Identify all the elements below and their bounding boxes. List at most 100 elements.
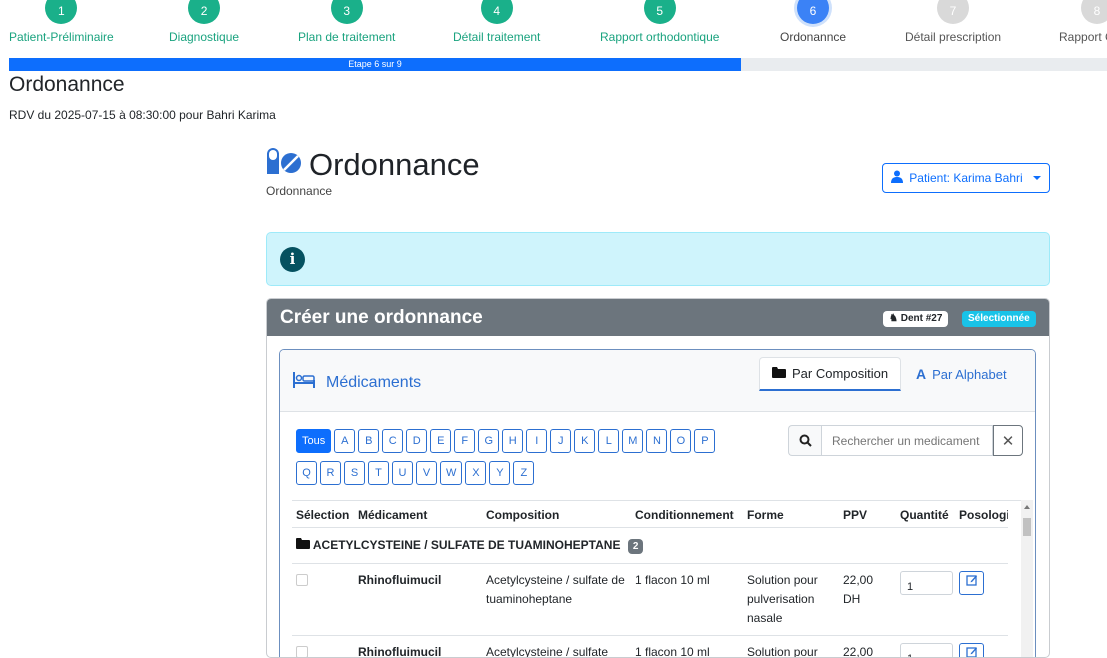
scroll-up-arrow-icon[interactable] — [1024, 505, 1030, 509]
step-label: Rapport orthodontique — [600, 30, 719, 44]
progress-fill: Etape 6 sur 9 — [9, 58, 741, 71]
search-input[interactable] — [821, 425, 993, 456]
letter-filter-w[interactable]: W — [440, 461, 462, 485]
step-4[interactable]: 4 Détail traitement — [453, 0, 540, 44]
med-name: Rhinofluimucil — [354, 635, 482, 658]
step-2[interactable]: 2 Diagnostique — [169, 0, 239, 44]
caret-down-icon — [1033, 176, 1041, 180]
quantity-input[interactable]: 1 — [900, 571, 953, 595]
step-6[interactable]: 6 Ordonannce — [780, 0, 846, 44]
step-label: Détail prescription — [905, 30, 1001, 44]
letter-filter-v[interactable]: V — [416, 461, 437, 485]
letter-filter-f[interactable]: F — [454, 429, 475, 453]
table-scrollbar[interactable] — [1021, 500, 1033, 658]
med-ppv: 22,00 — [839, 635, 896, 658]
scrollbar-thumb[interactable] — [1023, 518, 1031, 536]
step-number: 8 — [1081, 0, 1107, 24]
step-7[interactable]: 7 Détail prescription — [905, 0, 1001, 44]
info-alert: i — [266, 232, 1050, 286]
letter-filter-j[interactable]: J — [550, 429, 571, 453]
select-checkbox[interactable] — [296, 646, 308, 658]
step-label: Diagnostique — [169, 30, 239, 44]
step-label: Rapport C — [1059, 30, 1107, 44]
select-checkbox[interactable] — [296, 574, 308, 586]
letter-filter-q[interactable]: Q — [296, 461, 317, 485]
table-header-row: Sélection Médicament Composition Conditi… — [292, 501, 1008, 527]
clear-search-button[interactable]: ✕ — [993, 425, 1023, 456]
progress-stepper: 1 Patient-Préliminaire 2 Diagnostique 3 … — [0, 0, 1107, 50]
tooth-icon: ♞ — [889, 313, 898, 324]
folder-icon — [296, 538, 313, 552]
step-3[interactable]: 3 Plan de traitement — [298, 0, 395, 44]
step-number: 7 — [937, 0, 969, 24]
step-number: 6 — [797, 0, 829, 24]
letter-filter-c[interactable]: C — [382, 429, 403, 453]
medications-title: Médicaments — [326, 374, 421, 392]
appointment-info: RDV du 2025-07-15 à 08:30:00 pour Bahri … — [9, 108, 276, 122]
medications-table: Sélection Médicament Composition Conditi… — [292, 500, 1021, 658]
medications-heading: Médicaments — [292, 371, 421, 394]
ordonnance-header: Ordonnance Ordonnance — [266, 146, 480, 198]
letter-filter-e[interactable]: E — [430, 429, 451, 453]
letter-filter-k[interactable]: K — [574, 429, 595, 453]
patient-dropdown-button[interactable]: Patient: Karima Bahri — [882, 163, 1050, 193]
edit-posologie-button[interactable] — [959, 643, 984, 658]
folder-icon — [772, 366, 786, 381]
med-composition: Acetylcysteine / sulfate de tuaminohepta… — [482, 563, 631, 635]
letter-filter-s[interactable]: S — [344, 461, 365, 485]
letter-filter-z[interactable]: Z — [513, 461, 534, 485]
med-forme: Solution pour — [743, 635, 839, 658]
letter-filter-all[interactable]: Tous — [296, 429, 331, 453]
tab-par-alphabet[interactable]: A Par Alphabet — [904, 357, 1019, 391]
tooth-badge-label: Dent #27 — [901, 313, 943, 324]
letter-filter-y[interactable]: Y — [489, 461, 510, 485]
step-number: 3 — [331, 0, 363, 24]
letter-filter-o[interactable]: O — [670, 429, 691, 453]
column-header: Sélection — [292, 501, 354, 527]
quantity-input[interactable]: 1 — [900, 643, 953, 658]
letter-filter-i[interactable]: I — [526, 429, 547, 453]
step-1[interactable]: 1 Patient-Préliminaire — [9, 0, 114, 44]
med-conditionnement: 1 flacon 10 ml — [631, 635, 743, 658]
letter-filter-g[interactable]: G — [478, 429, 499, 453]
med-forme: Solution pour pulverisation nasale — [743, 563, 839, 635]
letter-filter-a[interactable]: A — [334, 429, 355, 453]
step-label: Ordonannce — [780, 30, 846, 44]
medication-search: ✕ — [788, 425, 1023, 456]
selected-badge: Sélectionnée — [962, 311, 1036, 327]
letter-filter-t[interactable]: T — [368, 461, 389, 485]
letter-filter-x[interactable]: X — [465, 461, 486, 485]
edit-posologie-button[interactable] — [959, 571, 984, 595]
step-number: 4 — [481, 0, 513, 24]
composition-group-row[interactable]: ACETYLCYSTEINE / SULFATE DE TUAMINOHEPTA… — [292, 527, 1008, 563]
tooth-badge: ♞ Dent #27 — [883, 311, 948, 327]
tab-label: Par Composition — [792, 366, 888, 381]
letter-filter-p[interactable]: P — [694, 429, 715, 453]
letter-filter-l[interactable]: L — [598, 429, 619, 453]
tab-label: Par Alphabet — [932, 367, 1006, 382]
column-header: Quantité — [896, 501, 955, 527]
letter-filter-h[interactable]: H — [502, 429, 523, 453]
edit-icon — [966, 645, 978, 658]
med-conditionnement: 1 flacon 10 ml — [631, 563, 743, 635]
step-5[interactable]: 5 Rapport orthodontique — [600, 0, 719, 44]
letter-filter-r[interactable]: R — [320, 461, 341, 485]
column-header: Forme — [743, 501, 839, 527]
med-name: Rhinofluimucil — [354, 563, 482, 635]
ordonnance-title: Ordonnance — [309, 147, 480, 183]
letter-filter-u[interactable]: U — [392, 461, 413, 485]
search-icon — [788, 425, 821, 456]
letter-filter-m[interactable]: M — [622, 429, 643, 453]
letter-filter-d[interactable]: D — [406, 429, 427, 453]
medications-panel: Médicaments Par Composition A Par Alphab… — [279, 349, 1036, 658]
letter-filter-n[interactable]: N — [646, 429, 667, 453]
step-number: 2 — [188, 0, 220, 24]
tab-par-composition[interactable]: Par Composition — [759, 357, 901, 391]
column-header: Composition — [482, 501, 631, 527]
step-number: 1 — [45, 0, 77, 24]
letter-filter-b[interactable]: B — [358, 429, 379, 453]
step-8[interactable]: 8 Rapport C — [1059, 0, 1107, 44]
patient-button-label: Patient: Karima Bahri — [909, 171, 1022, 185]
table-row: Rhinofluimucil Acetylcysteine / sulfate … — [292, 563, 1008, 635]
step-label: Patient-Préliminaire — [9, 30, 114, 44]
